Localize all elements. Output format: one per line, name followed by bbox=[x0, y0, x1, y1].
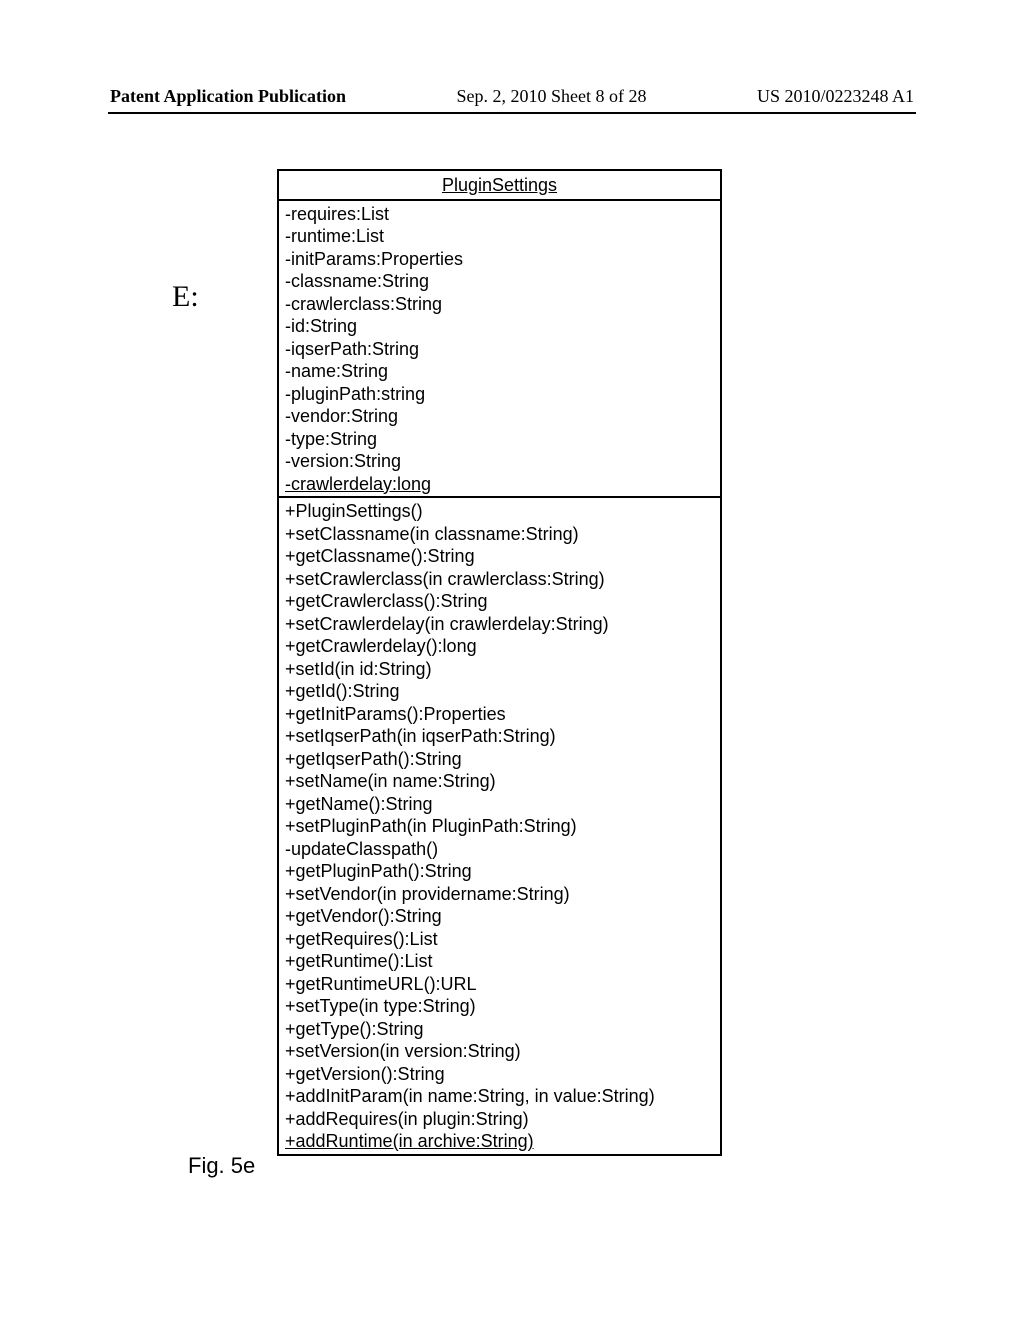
uml-operations: +PluginSettings()+setClassname(in classn… bbox=[279, 496, 720, 1154]
uml-operation-row: +PluginSettings() bbox=[285, 500, 714, 523]
header-rule bbox=[108, 112, 916, 114]
header-center: Sep. 2, 2010 Sheet 8 of 28 bbox=[457, 86, 647, 107]
uml-operation-row: +getPluginPath():String bbox=[285, 860, 714, 883]
uml-operation-row: +addRequires(in plugin:String) bbox=[285, 1108, 714, 1131]
uml-operation-row: +setCrawlerdelay(in crawlerdelay:String) bbox=[285, 613, 714, 636]
header-left: Patent Application Publication bbox=[110, 86, 346, 107]
uml-attribute-row: -type:String bbox=[285, 428, 714, 451]
uml-operation-row: +getId():String bbox=[285, 680, 714, 703]
uml-class-name: PluginSettings bbox=[279, 171, 720, 199]
uml-attributes: -requires:List-runtime:List-initParams:P… bbox=[279, 199, 720, 497]
uml-operation-row: +getRequires():List bbox=[285, 928, 714, 951]
uml-class-box: PluginSettings -requires:List-runtime:Li… bbox=[277, 169, 722, 1156]
uml-operation-row: +getIqserPath():String bbox=[285, 748, 714, 771]
uml-attribute-row: -initParams:Properties bbox=[285, 248, 714, 271]
uml-operation-row: +setVendor(in providername:String) bbox=[285, 883, 714, 906]
uml-operation-row: +getRuntime():List bbox=[285, 950, 714, 973]
uml-operation-row: +setName(in name:String) bbox=[285, 770, 714, 793]
uml-operation-row: +getCrawlerclass():String bbox=[285, 590, 714, 613]
uml-operation-row: +getVersion():String bbox=[285, 1063, 714, 1086]
uml-operation-row: +getCrawlerdelay():long bbox=[285, 635, 714, 658]
page-header: Patent Application Publication Sep. 2, 2… bbox=[110, 86, 914, 107]
uml-attribute-row: -name:String bbox=[285, 360, 714, 383]
uml-attribute-row: -version:String bbox=[285, 450, 714, 473]
uml-attribute-row: -vendor:String bbox=[285, 405, 714, 428]
uml-operation-row: +addInitParam(in name:String, in value:S… bbox=[285, 1085, 714, 1108]
uml-attribute-row: -runtime:List bbox=[285, 225, 714, 248]
uml-operation-row: +getVendor():String bbox=[285, 905, 714, 928]
uml-operation-row: +setClassname(in classname:String) bbox=[285, 523, 714, 546]
uml-operation-row: +getClassname():String bbox=[285, 545, 714, 568]
uml-operation-row: +addRuntime(in archive:String) bbox=[285, 1130, 714, 1153]
uml-operation-row: +getRuntimeURL():URL bbox=[285, 973, 714, 996]
uml-operation-row: +setPluginPath(in PluginPath:String) bbox=[285, 815, 714, 838]
uml-attribute-row: -id:String bbox=[285, 315, 714, 338]
uml-operation-row: +setCrawlerclass(in crawlerclass:String) bbox=[285, 568, 714, 591]
uml-operation-row: -updateClasspath() bbox=[285, 838, 714, 861]
uml-operation-row: +setId(in id:String) bbox=[285, 658, 714, 681]
section-label-e: E: bbox=[172, 280, 199, 314]
uml-operation-row: +setIqserPath(in iqserPath:String) bbox=[285, 725, 714, 748]
header-right: US 2010/0223248 A1 bbox=[757, 86, 914, 107]
uml-attribute-row: -iqserPath:String bbox=[285, 338, 714, 361]
uml-attribute-row: -classname:String bbox=[285, 270, 714, 293]
uml-attribute-row: -requires:List bbox=[285, 203, 714, 226]
uml-operation-row: +setType(in type:String) bbox=[285, 995, 714, 1018]
uml-operation-row: +getType():String bbox=[285, 1018, 714, 1041]
uml-attribute-row: -crawlerclass:String bbox=[285, 293, 714, 316]
uml-operation-row: +getInitParams():Properties bbox=[285, 703, 714, 726]
uml-attribute-row: -crawlerdelay:long bbox=[285, 473, 714, 496]
uml-operation-row: +setVersion(in version:String) bbox=[285, 1040, 714, 1063]
uml-attribute-row: -pluginPath:string bbox=[285, 383, 714, 406]
figure-label: Fig. 5e bbox=[188, 1153, 255, 1179]
uml-operation-row: +getName():String bbox=[285, 793, 714, 816]
